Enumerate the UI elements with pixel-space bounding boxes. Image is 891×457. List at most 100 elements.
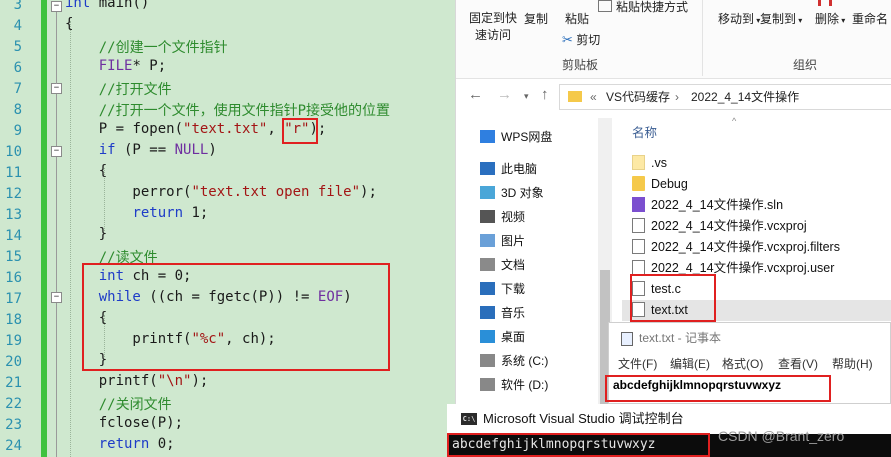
notepad-menu-file[interactable]: 文件(F): [618, 353, 657, 375]
sort-chevron-icon: ^: [732, 116, 737, 126]
code-line[interactable]: //打开一个文件，使用文件指针P接受他的位置: [65, 100, 390, 121]
nav-item-label: WPS网盘: [501, 130, 553, 144]
drive-c-icon: [480, 354, 495, 367]
breadcrumb-item[interactable]: VS代码缓存: [606, 85, 670, 109]
scissors-icon: ✂: [562, 32, 573, 47]
nav-item[interactable]: 下载: [480, 278, 525, 300]
file-item-label: 2022_4_14文件操作.vcxproj.user: [651, 261, 835, 275]
code-line[interactable]: //关闭文件: [65, 394, 172, 415]
code-line[interactable]: }: [65, 226, 107, 247]
fold-toggle-if[interactable]: −: [51, 146, 62, 157]
line-number: 16: [5, 270, 22, 286]
folder-icon: [568, 91, 582, 102]
nav-item[interactable]: 系统 (C:): [480, 350, 548, 372]
line-number: 24: [5, 438, 22, 454]
delete-label: 删除: [815, 12, 840, 26]
highlight-box-files: [630, 274, 716, 322]
code-line[interactable]: //创建一个文件指针: [65, 37, 228, 58]
chevron-down-icon[interactable]: ▾: [524, 91, 529, 102]
line-number: 19: [5, 333, 22, 349]
3d-objects-icon: [480, 186, 495, 199]
breadcrumb-overflow[interactable]: «: [590, 85, 597, 109]
copy-button[interactable]: 复制: [524, 10, 548, 27]
fold-toggle-while[interactable]: −: [51, 292, 62, 303]
pin-quick-access-button[interactable]: 固定到快 速访问: [464, 10, 522, 44]
nav-item-label: 文档: [501, 258, 526, 272]
back-arrow-icon[interactable]: ←: [468, 86, 483, 103]
code-line[interactable]: return 1;: [65, 205, 208, 226]
nav-item[interactable]: 文档: [480, 254, 525, 276]
notepad-menu-format[interactable]: 格式(O): [722, 353, 763, 375]
code-editor[interactable]: − − − − int main(){ //创建一个文件指针 FILE* P; …: [0, 0, 455, 457]
column-header-name[interactable]: 名称: [632, 122, 657, 141]
up-arrow-icon[interactable]: ↑: [541, 86, 549, 103]
code-token: perror(: [65, 184, 192, 200]
line-number: 21: [5, 375, 22, 391]
file-item[interactable]: .vs: [632, 153, 667, 174]
address-bar[interactable]: « VS代码缓存 › 2022_4_14文件操作: [559, 84, 891, 110]
nav-item[interactable]: 软件 (D:): [480, 374, 548, 396]
file-item[interactable]: 2022_4_14文件操作.vcxproj.filters: [632, 237, 840, 258]
code-token: );: [360, 184, 377, 200]
code-line[interactable]: fclose(P);: [65, 415, 183, 436]
delete-button[interactable]: 删除 ▾: [815, 10, 845, 27]
code-token: printf(: [65, 373, 158, 389]
file-item-label: 2022_4_14文件操作.sln: [651, 198, 784, 212]
fold-guide: [56, 157, 57, 292]
nav-item[interactable]: 桌面: [480, 326, 525, 348]
code-token: return: [98, 436, 150, 452]
fold-guide: [56, 94, 57, 146]
notepad-menu-help[interactable]: 帮助(H): [832, 353, 873, 375]
address-bar-row: ← → ▾ ↑ « VS代码缓存 › 2022_4_14文件操作: [456, 80, 891, 112]
nav-item[interactable]: 视频: [480, 206, 525, 228]
code-line[interactable]: FILE* P;: [65, 58, 166, 79]
copy-to-button[interactable]: 复制到 ▾: [760, 10, 802, 27]
nav-item[interactable]: 此电脑: [480, 158, 537, 180]
breadcrumb-item[interactable]: 2022_4_14文件操作: [691, 85, 799, 109]
code-line[interactable]: return 0;: [65, 436, 175, 457]
organize-group-label: 组织: [793, 58, 818, 72]
code-line[interactable]: perror("text.txt open file");: [65, 184, 377, 205]
notepad-menu-edit[interactable]: 编辑(E): [670, 353, 710, 375]
code-token: "\n": [157, 373, 192, 389]
forward-arrow-icon[interactable]: →: [497, 86, 512, 103]
line-number: 5: [13, 39, 22, 55]
code-token: //打开文件: [65, 82, 172, 98]
nav-item[interactable]: 图片: [480, 230, 525, 252]
documents-icon: [480, 258, 495, 271]
change-tracking-bar: [41, 0, 47, 457]
code-line[interactable]: {: [65, 16, 73, 37]
code-line[interactable]: int main(): [65, 0, 149, 16]
line-number: 3: [13, 0, 22, 13]
file-item[interactable]: 2022_4_14文件操作.sln: [632, 195, 783, 216]
cut-button[interactable]: ✂ 剪切: [562, 31, 600, 48]
notepad-menu-view[interactable]: 查看(V): [778, 353, 818, 375]
code-line[interactable]: //打开文件: [65, 79, 172, 100]
highlight-box-read-loop: [82, 263, 390, 371]
nav-item[interactable]: 音乐: [480, 302, 525, 324]
code-line[interactable]: if (P == NULL): [65, 142, 217, 163]
code-token: //打开一个文件，使用文件指针P接受他的位置: [65, 103, 390, 119]
ribbon-toolbar: 固定到快 速访问 复制 粘贴 粘贴快捷方式 ✂ 剪切 剪贴板 移动到 ▾ 复制到…: [456, 0, 891, 79]
paste-shortcut-button[interactable]: 粘贴快捷方式: [598, 0, 688, 15]
nav-item[interactable]: 3D 对象: [480, 182, 544, 204]
paste-button[interactable]: 粘贴: [565, 10, 589, 27]
nav-item[interactable]: WPS网盘: [480, 126, 552, 148]
chevron-down-icon: ▾: [796, 16, 803, 25]
breadcrumb-separator: ›: [675, 90, 679, 104]
file-item[interactable]: Debug: [632, 174, 688, 195]
fold-toggle-comment[interactable]: −: [51, 83, 62, 94]
move-to-label: 移动到: [718, 12, 755, 26]
rename-button[interactable]: 重命名: [852, 10, 888, 27]
code-token: fopen: [132, 121, 175, 137]
move-to-button[interactable]: 移动到 ▾: [718, 10, 760, 27]
notepad-window: text.txt - 记事本 文件(F) 编辑(E) 格式(O) 查看(V) 帮…: [605, 322, 891, 404]
line-number: 17: [5, 291, 22, 307]
fold-toggle-main[interactable]: −: [51, 1, 62, 12]
file-item[interactable]: 2022_4_14文件操作.vcxproj: [632, 216, 807, 237]
code-line[interactable]: printf("\n");: [65, 373, 209, 394]
code-line[interactable]: {: [65, 163, 107, 184]
